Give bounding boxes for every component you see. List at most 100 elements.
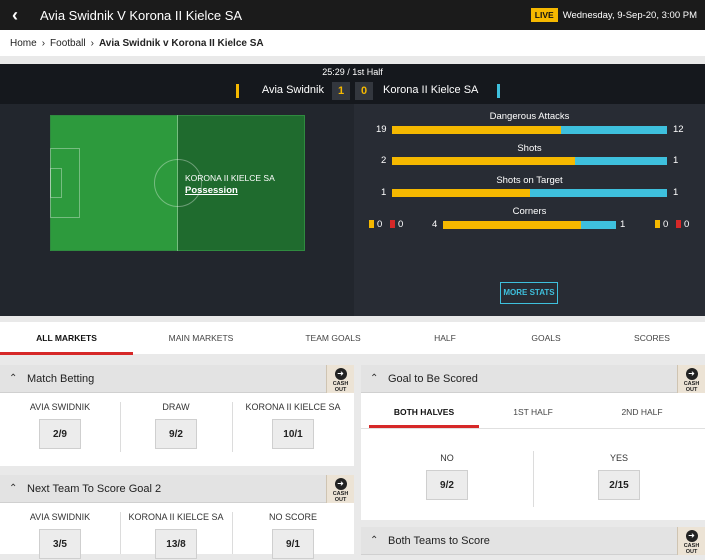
tab-main-markets[interactable]: MAIN MARKETS [133, 322, 269, 354]
home-score: 1 [332, 82, 350, 100]
stat-title: Shots [517, 143, 542, 154]
stat-away-value: 1 [673, 187, 679, 198]
outcome-no-score: NO SCORE 9/1 [232, 512, 354, 559]
live-badge: LIVE [530, 8, 558, 22]
cash-out-label: CASH OUT [332, 491, 349, 503]
cash-out-icon: ➜ [685, 368, 698, 380]
page-title: Avia Swidnik V Korona II Kielce SA [40, 7, 243, 23]
stat-row: 19 12 [354, 124, 705, 135]
outcome-home: AVIA SWIDNIK 2/9 [0, 402, 120, 449]
stat-home-value: 2 [381, 155, 387, 166]
cash-out-label: CASH OUT [332, 381, 349, 393]
breadcrumb-separator: › [90, 37, 94, 49]
outcome-no: NO 9/2 [361, 453, 533, 500]
back-arrow-icon[interactable]: ‹ [0, 0, 30, 30]
goal-scored-header[interactable]: ⌃ Goal to Be Scored ➜ CASH OUT [361, 365, 705, 393]
corners-bar-home-fill [443, 221, 582, 229]
odds-button[interactable]: 2/15 [598, 470, 640, 500]
odds-button[interactable]: 13/8 [155, 529, 197, 559]
home-red-count: 0 [398, 219, 404, 230]
tab-scores[interactable]: SCORES [599, 322, 705, 354]
stat-bar-home-fill [392, 157, 576, 165]
scoreboard: 25:29 / 1st Half Avia Swidnik 1 0 Korona… [0, 64, 705, 104]
next-goal-header[interactable]: ⌃ Next Team To Score Goal 2 ➜ CASH OUT [0, 475, 354, 503]
cash-out-label: CASH OUT [683, 543, 700, 555]
home-yellow-count: 0 [377, 219, 383, 230]
stat-title: Corners [512, 206, 547, 217]
stat-bar [392, 189, 667, 197]
market-tabs: ALL MARKETS MAIN MARKETS TEAM GOALS HALF… [0, 322, 705, 355]
goal-scored-title: Goal to Be Scored [388, 373, 478, 385]
odds-button[interactable]: 9/2 [155, 419, 197, 449]
outcome-label: DRAW [162, 402, 190, 412]
stat-away-value: 12 [673, 124, 684, 135]
outcome-yes: YES 2/15 [533, 453, 705, 500]
corners-away-value: 1 [620, 219, 626, 230]
tab-goals[interactable]: GOALS [493, 322, 599, 354]
chevron-up-icon[interactable]: ⌃ [370, 535, 378, 546]
odds-button[interactable]: 3/5 [39, 529, 81, 559]
stat-title: Shots on Target [496, 175, 563, 186]
subtab-2nd-half[interactable]: 2ND HALF [587, 397, 697, 427]
cash-out-label: CASH OUT [683, 381, 700, 393]
odds-button[interactable]: 10/1 [272, 419, 314, 449]
breadcrumb-current: Avia Swidnik v Korona II Kielce SA [98, 37, 264, 49]
odds-button[interactable]: 2/9 [39, 419, 81, 449]
outcome-label: AVIA SWIDNIK [29, 512, 91, 522]
corners-row: 0 0 4 1 0 0 [354, 219, 705, 230]
yellow-card-icon [655, 220, 660, 228]
outcome-label: AVIA SWIDNIK [29, 402, 91, 412]
away-red-count: 0 [684, 219, 690, 230]
outcome-draw: DRAW 9/2 [120, 402, 232, 449]
stat-bar-home-fill [392, 126, 561, 134]
odds-button[interactable]: 9/1 [272, 529, 314, 559]
match-betting-header[interactable]: ⌃ Match Betting ➜ CASH OUT [0, 365, 354, 393]
outcome-label: KORONA II KIELCE SA [245, 402, 341, 412]
odds-button[interactable]: 9/2 [426, 470, 468, 500]
goal-scored-panel: ⌃ Goal to Be Scored ➜ CASH OUT BOTH HALV… [361, 365, 705, 520]
home-color-bar [236, 84, 239, 98]
goal-scored-subtabs: BOTH HALVES 1ST HALF 2ND HALF [361, 397, 705, 429]
more-stats-button[interactable]: MORE STATS [500, 282, 558, 304]
away-color-bar [497, 84, 500, 98]
outcome-label: NO SCORE [268, 512, 317, 522]
tab-half[interactable]: HALF [397, 322, 493, 354]
tab-team-goals[interactable]: TEAM GOALS [269, 322, 397, 354]
stat-title: Dangerous Attacks [489, 111, 570, 122]
breadcrumb-football[interactable]: Football [50, 38, 86, 49]
outcome-away: KORONA II KIELCE SA 10/1 [232, 402, 354, 449]
match-tracker: 25:29 / 1st Half Avia Swidnik 1 0 Korona… [0, 64, 705, 316]
away-team-name: Korona II Kielce SA [383, 84, 479, 96]
divider [361, 428, 705, 429]
cash-out-badge: ➜ CASH OUT [677, 365, 705, 393]
subtab-both-halves[interactable]: BOTH HALVES [369, 397, 479, 427]
cash-out-icon: ➜ [334, 478, 347, 490]
chevron-up-icon[interactable]: ⌃ [9, 483, 17, 494]
stat-home-value: 1 [381, 187, 387, 198]
cash-out-icon: ➜ [334, 368, 347, 380]
stat-bar [392, 126, 667, 134]
pitch-graphic: KORONA II KIELCE SA Possession [50, 115, 305, 251]
stat-row: 1 1 [354, 187, 705, 198]
outcome-away: KORONA II KIELCE SA 13/8 [120, 512, 232, 559]
match-time-info: LIVE Wednesday, 9-Sep-20, 3:00 PM [530, 8, 697, 22]
cash-out-badge: ➜ CASH OUT [326, 475, 354, 503]
outcome-label: NO [440, 453, 454, 463]
stat-bar [392, 157, 667, 165]
outcome-label: KORONA II KIELCE SA [128, 512, 224, 522]
outcome-home: AVIA SWIDNIK 3/5 [0, 512, 120, 559]
possession-label: Possession [185, 185, 238, 196]
breadcrumb-home[interactable]: Home [10, 38, 37, 49]
btts-header[interactable]: ⌃ Both Teams to Score ➜ CASH OUT [361, 527, 705, 555]
possession-team: KORONA II KIELCE SA [185, 173, 275, 183]
scoreline: Avia Swidnik 1 0 Korona II Kielce SA [0, 82, 705, 100]
chevron-up-icon[interactable]: ⌃ [9, 373, 17, 384]
cash-out-badge: ➜ CASH OUT [326, 365, 354, 393]
corners-bar [443, 221, 616, 229]
goal-box-line [50, 168, 62, 198]
cash-out-icon: ➜ [685, 530, 698, 542]
chevron-up-icon[interactable]: ⌃ [370, 373, 378, 384]
subtab-1st-half[interactable]: 1ST HALF [479, 397, 587, 427]
tab-all-markets[interactable]: ALL MARKETS [0, 322, 133, 354]
btts-title: Both Teams to Score [388, 535, 490, 547]
